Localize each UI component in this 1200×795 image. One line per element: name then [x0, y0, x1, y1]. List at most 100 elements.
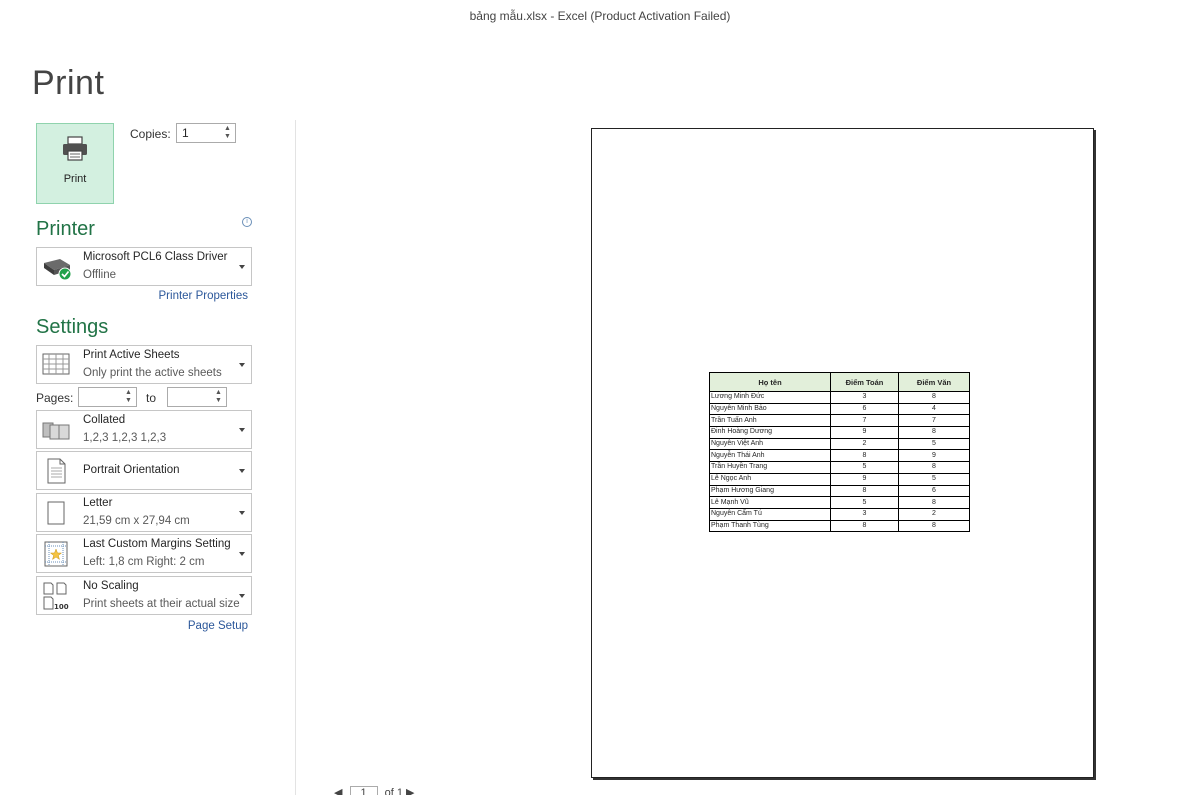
printer-section-title: Printer — [36, 218, 95, 240]
literature-score-cell: 2 — [898, 507, 970, 521]
table-row: Trần Huyền Trang 5 8 — [709, 461, 970, 474]
literature-score-cell: 8 — [898, 426, 970, 439]
math-score-cell: 3 — [830, 507, 899, 521]
math-score-cell: 9 — [830, 472, 899, 486]
table-row: Lê Ngọc Anh 9 5 — [709, 472, 970, 486]
math-score-cell: 5 — [830, 461, 899, 474]
copies-value: 1 — [182, 126, 189, 140]
chevron-down-icon — [239, 551, 245, 556]
pages-from-input[interactable]: ▲ ▼ — [78, 387, 137, 407]
spin-down-icon[interactable]: ▼ — [223, 133, 232, 141]
math-score-cell: 8 — [830, 449, 899, 463]
spin-up-icon[interactable]: ▲ — [124, 389, 133, 397]
info-icon[interactable]: i — [242, 217, 252, 227]
scaling-icon-text: 100 — [54, 603, 69, 610]
literature-score-cell: 9 — [898, 449, 970, 463]
student-name-cell: Phạm Thanh Tùng — [709, 519, 831, 533]
orientation-title: Portrait Orientation — [83, 464, 180, 476]
margins-star-icon — [44, 541, 68, 567]
paper-size-dropdown[interactable]: Letter 21,59 cm x 27,94 cm — [36, 493, 252, 532]
spin-up-icon[interactable]: ▲ — [214, 389, 223, 397]
math-score-cell: 7 — [830, 414, 899, 428]
table-row: Trần Tuấn Anh 7 7 — [709, 414, 970, 428]
student-name-cell: Lương Minh Đức — [709, 391, 831, 404]
preview-header-name: Họ tên — [709, 372, 831, 392]
scaling-icon: 100 — [43, 582, 69, 610]
window-title: bảng mẫu.xlsx - Excel (Product Activatio… — [469, 9, 731, 23]
literature-score-cell: 8 — [898, 391, 970, 404]
spin-down-icon[interactable]: ▼ — [124, 397, 133, 405]
printer-name: Microsoft PCL6 Class Driver — [83, 251, 228, 263]
preview-table-body: Lương Minh Đức 3 8 Nguyễn Minh Bảo 6 4 Trần Tu… — [709, 391, 970, 533]
math-score-cell: 5 — [830, 496, 899, 509]
scaling-subtitle: Print sheets at their actual size — [83, 598, 240, 610]
table-row: Phạm Thanh Tùng 8 8 — [709, 519, 970, 533]
spin-up-icon[interactable]: ▲ — [223, 125, 232, 133]
margins-dropdown[interactable]: Last Custom Margins Setting Left: 1,8 cm… — [36, 534, 252, 573]
paper-size-icon — [47, 501, 65, 525]
table-row: Nguyễn Việt Anh 2 5 — [709, 437, 970, 451]
literature-score-cell: 4 — [898, 402, 970, 416]
scaling-dropdown[interactable]: 100 No Scaling Print sheets at their act… — [36, 576, 252, 615]
math-score-cell: 8 — [830, 484, 899, 498]
student-name-cell: Nguyễn Việt Anh — [709, 437, 831, 451]
pages-from-spin-arrows[interactable]: ▲ ▼ — [124, 389, 133, 405]
pages-to-input[interactable]: ▲ ▼ — [167, 387, 227, 407]
literature-score-cell: 7 — [898, 414, 970, 428]
spin-down-icon[interactable]: ▼ — [214, 397, 223, 405]
print-what-title: Print Active Sheets — [83, 349, 180, 361]
print-what-dropdown[interactable]: Print Active Sheets Only print the activ… — [36, 345, 252, 384]
printer-properties-link[interactable]: Printer Properties — [159, 290, 248, 302]
student-name-cell: Lê Mạnh Vũ — [709, 496, 831, 509]
collation-subtitle: 1,2,3 1,2,3 1,2,3 — [83, 432, 167, 444]
preview-header-math: Điểm Toán — [830, 372, 899, 392]
print-settings-panel: Print Copies: 1 ▲ ▼ Printer i Microsoft … — [0, 120, 296, 795]
current-page-input[interactable]: 1 — [349, 786, 378, 795]
collation-dropdown[interactable]: Collated 1,2,3 1,2,3 1,2,3 — [36, 410, 252, 449]
next-page-icon[interactable]: ▶ — [406, 787, 414, 795]
math-score-cell: 6 — [830, 402, 899, 416]
pages-to-spin-arrows[interactable]: ▲ ▼ — [214, 389, 223, 405]
paper-size-subtitle: 21,59 cm x 27,94 cm — [83, 515, 190, 527]
chevron-down-icon — [239, 468, 245, 473]
collated-pages-icon — [42, 422, 70, 440]
table-row: Phạm Hương Giang 8 6 — [709, 484, 970, 498]
literature-score-cell: 8 — [898, 519, 970, 533]
prev-page-icon[interactable]: ◀ — [334, 787, 342, 795]
copies-stepper[interactable]: 1 ▲ ▼ — [176, 123, 236, 143]
paper-size-title: Letter — [83, 497, 113, 509]
page-count-label: of 1 — [384, 787, 403, 795]
print-button[interactable]: Print — [36, 123, 114, 204]
margins-subtitle: Left: 1,8 cm Right: 2 cm — [83, 556, 205, 568]
copies-spin-arrows[interactable]: ▲ ▼ — [223, 125, 232, 141]
student-name-cell: Nguyễn Minh Bảo — [709, 402, 831, 416]
table-row: Nguyễn Thái Anh 8 9 — [709, 449, 970, 463]
math-score-cell: 2 — [830, 437, 899, 451]
table-row: Đinh Hoàng Dương 9 8 — [709, 426, 970, 439]
student-name-cell: Nguyễn Thái Anh — [709, 449, 831, 463]
print-preview-page: Họ tên Điểm Toán Điểm Văn Lương Minh Đức… — [591, 128, 1094, 778]
printer-ready-icon — [44, 259, 72, 281]
literature-score-cell: 5 — [898, 437, 970, 451]
math-score-cell: 9 — [830, 426, 899, 439]
literature-score-cell: 8 — [898, 496, 970, 509]
page-setup-link[interactable]: Page Setup — [188, 620, 248, 632]
table-row: Lương Minh Đức 3 8 — [709, 391, 970, 404]
table-row: Nguyễn Cẩm Tú 3 2 — [709, 507, 970, 521]
page-title: Print — [32, 64, 105, 102]
student-name-cell: Đinh Hoàng Dương — [709, 426, 831, 439]
sheet-grid-icon — [42, 353, 70, 375]
scaling-title: No Scaling — [83, 580, 139, 592]
portrait-page-icon — [47, 458, 66, 484]
pages-label: Pages: — [36, 391, 74, 405]
literature-score-cell: 5 — [898, 472, 970, 486]
literature-score-cell: 6 — [898, 484, 970, 498]
print-button-label: Print — [63, 173, 87, 185]
printer-dropdown[interactable]: Microsoft PCL6 Class Driver Offline — [36, 247, 252, 286]
chevron-down-icon — [239, 427, 245, 432]
math-score-cell: 3 — [830, 391, 899, 404]
chevron-down-icon — [239, 362, 245, 367]
orientation-dropdown[interactable]: Portrait Orientation — [36, 451, 252, 490]
student-name-cell: Lê Ngọc Anh — [709, 472, 831, 486]
chevron-down-icon — [239, 264, 245, 269]
